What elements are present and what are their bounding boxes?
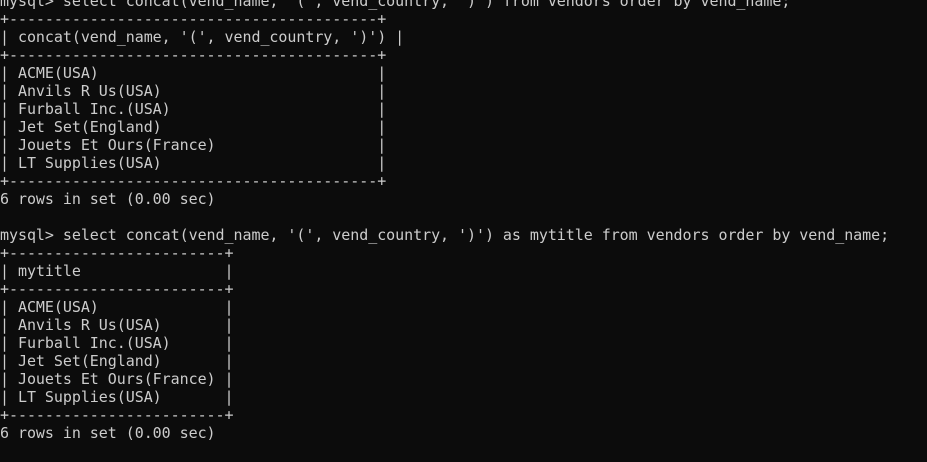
result-table-row: | Jet Set(England) | (0, 118, 387, 136)
result-table-row: | LT Supplies(USA) | (0, 388, 234, 406)
result-table-header: | mytitle | (0, 262, 234, 280)
result-table-row: | Anvils R Us(USA) | (0, 82, 387, 100)
result-table-border-header: +------------------------+ (0, 280, 234, 298)
result-table-border-bottom: +---------------------------------------… (0, 172, 387, 190)
result-table-row: | Jouets Et Ours(France) | (0, 370, 234, 388)
result-table-row: | Jet Set(England) | (0, 352, 234, 370)
result-table-border-top: +---------------------------------------… (0, 10, 387, 28)
result-table-row: | Furball Inc.(USA) | (0, 100, 387, 118)
terminal-line-1: mysql> select concat(vend_name, '(', ven… (0, 0, 791, 10)
terminal-command-line: mysql> select concat(vend_name, '(', ven… (0, 226, 890, 244)
rows-in-set-status: 6 rows in set (0.00 sec) (0, 424, 216, 442)
rows-in-set-status: 6 rows in set (0.00 sec) (0, 190, 216, 208)
result-table-row: | Anvils R Us(USA) | (0, 316, 234, 334)
result-table-row: | ACME(USA) | (0, 64, 387, 82)
result-table-border-bottom: +------------------------+ (0, 406, 234, 424)
result-table-row: | Furball Inc.(USA) | (0, 334, 234, 352)
result-table-row: | Jouets Et Ours(France) | (0, 136, 387, 154)
terminal-window[interactable]: mysql> select concat(vend_name, '(', ven… (0, 0, 927, 462)
result-table-border-header: +---------------------------------------… (0, 46, 387, 64)
result-table-header: | concat(vend_name, '(', vend_country, '… (0, 28, 405, 46)
result-table-row: | ACME(USA) | (0, 298, 234, 316)
result-table-row: | LT Supplies(USA) | (0, 154, 387, 172)
result-table-border-top: +------------------------+ (0, 244, 234, 262)
